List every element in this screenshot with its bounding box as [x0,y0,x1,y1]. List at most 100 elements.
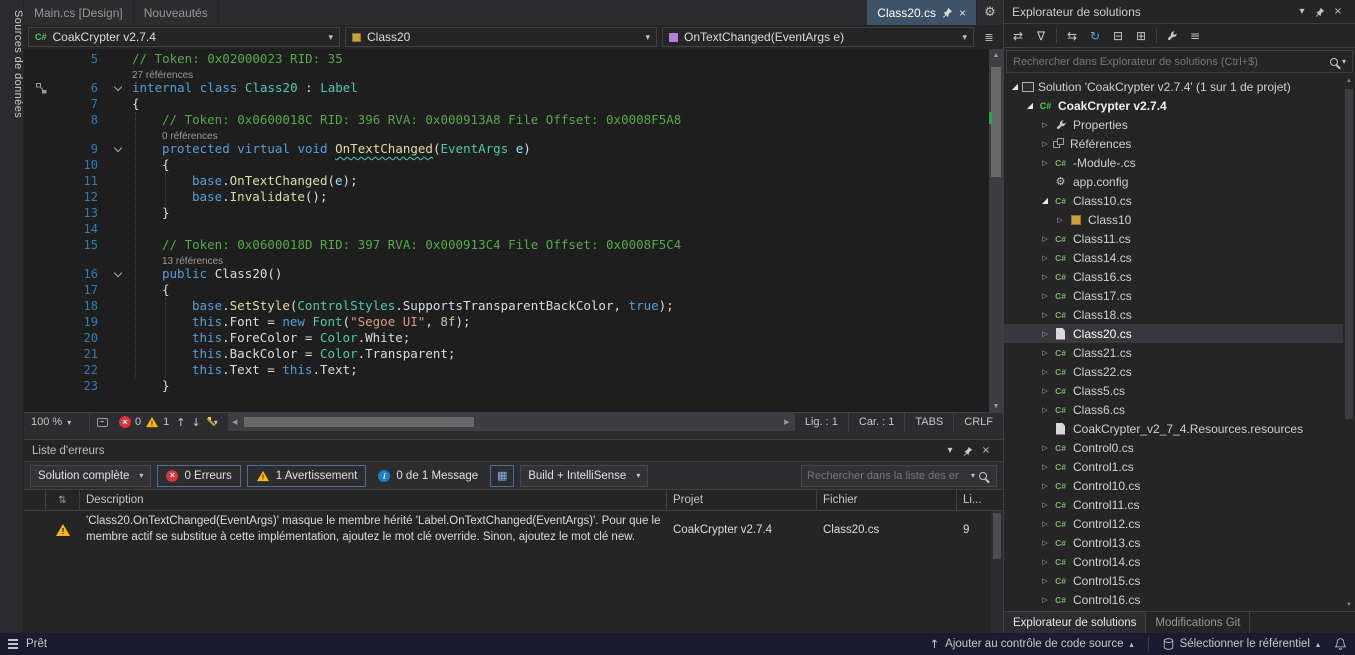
vertical-scrollbar[interactable]: ▲ ▼ [989,49,1003,412]
sync-with-active-document-icon[interactable]: ⇆ [1062,26,1082,45]
code-text[interactable]: 0 références [128,128,989,141]
select-repository-button[interactable]: Sélectionner le référentiel ▴ [1159,633,1324,655]
tree-item[interactable]: ▷Class20.cs [1004,324,1355,343]
source-dropdown[interactable]: Build + IntelliSense ▾ [520,465,648,487]
code-text[interactable]: } [128,205,989,221]
tree-item[interactable]: ▷C#Class16.cs [1004,267,1355,286]
scope-dropdown[interactable]: Solution complète ▾ [30,465,151,487]
show-all-files-icon[interactable]: ⊞ [1131,26,1151,45]
window-position-icon[interactable]: ▾ [1293,6,1311,17]
document-tab[interactable]: Nouveautés [134,0,219,25]
tree-item[interactable]: ◢C#Class10.cs [1004,191,1355,210]
member-dropdown[interactable]: OnTextChanged(EventArgs e) ▾ [662,27,974,47]
scroll-right-icon[interactable]: ▶ [780,413,794,431]
tree-item[interactable]: ▷C#Class22.cs [1004,362,1355,381]
tree-item[interactable]: ▷C#Class18.cs [1004,305,1355,324]
warnings-filter-button[interactable]: 1 Avertissement [247,465,367,487]
code-text[interactable]: base.OnTextChanged(e); [128,173,989,189]
project-dropdown[interactable]: C# CoakCrypter v2.7.4 ▾ [28,27,340,47]
error-list-row[interactable]: 'Class20.OnTextChanged(EventArgs)' masqu… [24,511,1003,548]
collapsed-arrow-icon[interactable]: ▷ [1038,558,1052,566]
tree-item[interactable]: ▷C#Class17.cs [1004,286,1355,305]
tree-item[interactable]: ▷C#Control13.cs [1004,533,1355,552]
tree-item[interactable]: CoakCrypter_v2_7_4.Resources.resources [1004,419,1355,438]
collapsed-arrow-icon[interactable]: ▷ [1038,520,1052,528]
collapsed-arrow-icon[interactable]: ▷ [1038,596,1052,604]
properties-wrench-icon[interactable] [1162,26,1182,45]
document-tab[interactable]: Main.cs [Design] [24,0,134,25]
scroll-up-icon[interactable]: ▲ [1343,75,1355,87]
gear-icon[interactable]: ⚙ [977,0,1003,25]
collapsed-arrow-icon[interactable]: ▷ [1038,577,1052,585]
tree-item[interactable]: ▷C#Control10.cs [1004,476,1355,495]
collapsed-arrow-icon[interactable]: ▷ [1038,463,1052,471]
collapsed-arrow-icon[interactable]: ▷ [1038,273,1052,281]
close-icon[interactable]: × [1329,6,1347,17]
feedback-icon[interactable] [97,418,108,427]
tree-item[interactable]: ◢Solution 'CoakCrypter v2.7.4' (1 sur 1 … [1004,77,1355,96]
tree-item[interactable]: ▷Class10 [1004,210,1355,229]
tree-item[interactable]: ◢C#CoakCrypter v2.7.4 [1004,96,1355,115]
column-header[interactable]: Li... [957,490,1003,510]
scroll-down-icon[interactable]: ▼ [1343,599,1355,611]
tree-item[interactable]: ▷Références [1004,134,1355,153]
code-text[interactable]: // Token: 0x02000023 RID: 35 [128,51,989,67]
scroll-down-icon[interactable]: ▼ [989,400,1003,412]
column-header[interactable]: Description [80,490,667,510]
collapsed-arrow-icon[interactable]: ▷ [1038,235,1052,243]
collapsed-arrow-icon[interactable]: ▷ [1038,368,1052,376]
window-position-icon[interactable]: ▾ [941,445,959,456]
scrollbar-thumb[interactable] [244,417,474,427]
tree-item[interactable]: ▷C#Class6.cs [1004,400,1355,419]
notifications-bell-icon[interactable] [1334,637,1347,651]
collapsed-arrow-icon[interactable]: ▷ [1038,444,1052,452]
tree-item[interactable]: ▷C#-Module-.cs [1004,153,1355,172]
column-header[interactable]: Fichier [817,490,957,510]
code-text[interactable]: this.ForeColor = Color.White; [128,330,989,346]
tree-item[interactable]: ▷C#Control0.cs [1004,438,1355,457]
code-text[interactable]: public Class20() [128,266,989,282]
expanded-arrow-icon[interactable]: ◢ [1023,101,1037,110]
close-icon[interactable]: × [977,445,995,456]
collapsed-arrow-icon[interactable]: ▷ [1038,311,1052,319]
code-text[interactable]: { [128,282,989,298]
tree-item[interactable]: ▷C#Class21.cs [1004,343,1355,362]
columns-options-button[interactable]: ▦ [490,465,514,487]
scrollbar-thumb[interactable] [991,67,1001,177]
expanded-arrow-icon[interactable]: ◢ [1008,82,1022,91]
collapsed-arrow-icon[interactable]: ▷ [1038,330,1052,338]
code-text[interactable]: { [128,157,989,173]
error-list-search-input[interactable] [807,470,967,482]
collapsed-arrow-icon[interactable]: ▷ [1038,140,1052,148]
tree-item[interactable]: ▷C#Class14.cs [1004,248,1355,267]
tree-item[interactable]: ▷C#Class5.cs [1004,381,1355,400]
code-text[interactable]: { [128,96,989,112]
view-code-icon[interactable]: ≡ [1185,26,1205,45]
tree-item[interactable]: ▷C#Control15.cs [1004,571,1355,590]
scrollbar-thumb[interactable] [1345,89,1353,419]
tree-item[interactable]: ▷C#Control1.cs [1004,457,1355,476]
code-text[interactable]: this.Text = this.Text; [128,362,989,378]
collapsed-arrow-icon[interactable]: ▷ [1038,121,1052,129]
code-text[interactable]: // Token: 0x0600018C RID: 396 RVA: 0x000… [128,112,989,128]
code-text[interactable]: this.Font = new Font("Segoe UI", 8f); [128,314,989,330]
code-text[interactable] [128,221,989,237]
fold-chevron-icon[interactable] [114,269,122,277]
code-text[interactable]: } [128,378,989,394]
data-sources-vertical-tab[interactable]: Sources de données [0,2,24,126]
error-list-search-box[interactable]: ▾ [801,465,997,487]
fold-chevron-icon[interactable] [114,83,122,91]
tab-class20[interactable]: Class20.cs × [867,0,977,25]
vertical-scrollbar[interactable] [991,511,1003,633]
refresh-icon[interactable]: ↻ [1085,26,1105,45]
next-issue-icon[interactable]: ↓ [188,416,203,429]
expanded-arrow-icon[interactable]: ◢ [1038,196,1052,205]
code-text[interactable]: 27 références [128,67,989,80]
code-text[interactable]: this.BackColor = Color.Transparent; [128,346,989,362]
collapsed-arrow-icon[interactable]: ▷ [1038,406,1052,414]
errors-filter-button[interactable]: × 0 Erreurs [157,465,240,487]
collapsed-arrow-icon[interactable]: ▷ [1038,387,1052,395]
messages-filter-button[interactable]: i 0 de 1 Message [372,470,484,482]
code-cleanup-button[interactable]: ▾ [204,417,224,427]
add-to-source-control-button[interactable]: ↑ Ajouter au contrôle de code source ▴ [926,633,1138,655]
